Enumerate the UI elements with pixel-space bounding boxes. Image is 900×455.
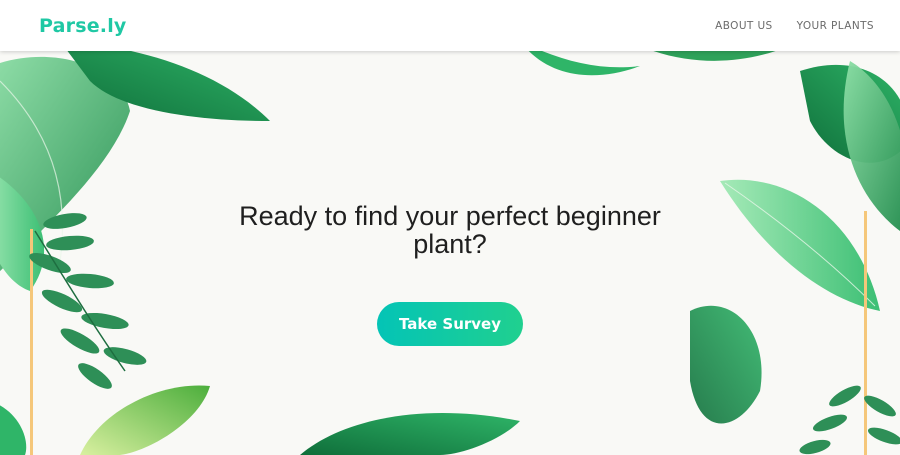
brand-logo[interactable]: Parse.ly (39, 15, 127, 37)
nav-about-us-link[interactable]: ABOUT US (715, 20, 772, 32)
hero-section: Ready to find your perfect beginner plan… (0, 51, 900, 455)
nav-your-plants-link[interactable]: YOUR PLANTS (797, 20, 874, 32)
nav-links: ABOUT US YOUR PLANTS (715, 20, 874, 32)
hero-content: Ready to find your perfect beginner plan… (0, 202, 900, 346)
take-survey-button[interactable]: Take Survey (377, 302, 523, 346)
top-navbar: Parse.ly ABOUT US YOUR PLANTS (0, 0, 900, 51)
hero-heading: Ready to find your perfect beginner plan… (239, 201, 661, 259)
